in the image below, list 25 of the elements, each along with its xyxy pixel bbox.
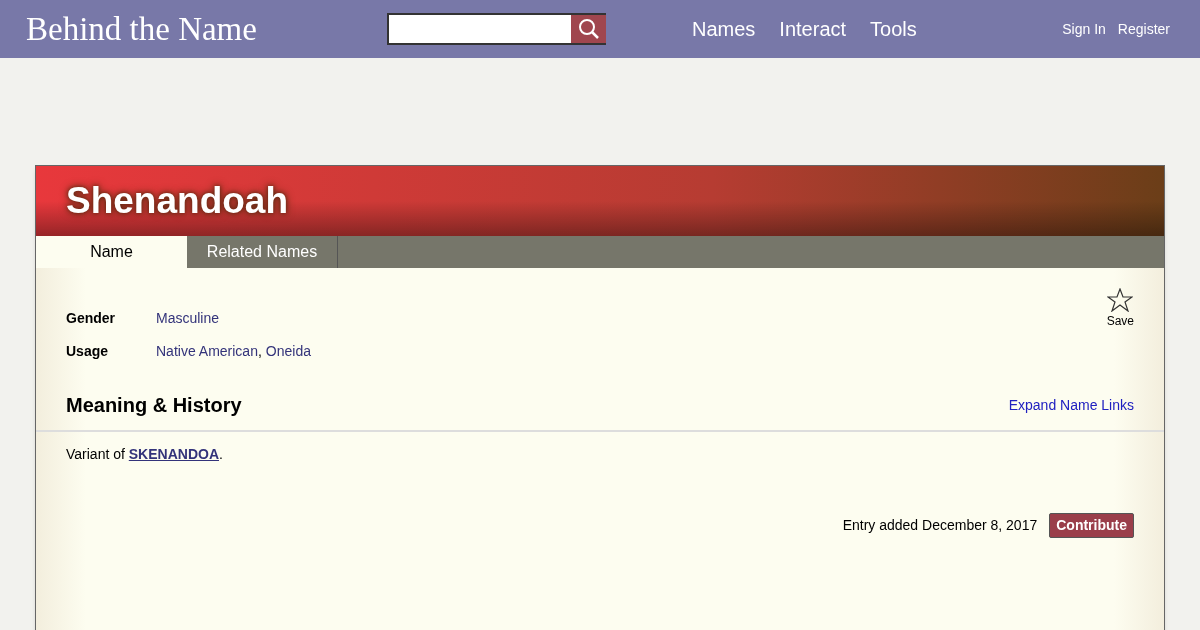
contribute-button[interactable]: Contribute xyxy=(1049,513,1134,538)
separator: , xyxy=(257,342,262,361)
star-icon xyxy=(1107,288,1134,312)
nav-link[interactable]: Interact xyxy=(779,14,847,44)
save-button[interactable]: Save xyxy=(1106,288,1134,330)
search-icon xyxy=(577,18,600,40)
nav-link[interactable]: Tools xyxy=(870,14,917,44)
info-link[interactable]: Oneida xyxy=(265,341,311,362)
field-label: Gender xyxy=(66,309,116,328)
meaning-text: Variant of SKENANDOA. xyxy=(65,445,224,464)
name-link[interactable]: SKENANDOA xyxy=(128,446,219,462)
info-link[interactable]: Masculine xyxy=(156,308,220,329)
account-link[interactable]: Sign In xyxy=(1062,18,1106,40)
section-heading: Meaning & History xyxy=(66,393,242,418)
name-title: Shenandoah xyxy=(66,179,289,224)
site-logo[interactable]: Behind the Name xyxy=(26,12,276,46)
nav-link[interactable]: Names xyxy=(692,14,756,44)
tab[interactable]: Name xyxy=(36,236,187,268)
entry-date: Entry added December 8, 2017 xyxy=(842,516,1038,535)
field-label: Usage xyxy=(66,342,110,361)
search-button[interactable] xyxy=(571,15,606,43)
info-link[interactable]: Native American xyxy=(156,341,258,362)
expand-links-link[interactable]: Expand Name Links xyxy=(1008,394,1134,416)
account-link[interactable]: Register xyxy=(1117,18,1170,40)
search-field[interactable] xyxy=(387,13,606,45)
